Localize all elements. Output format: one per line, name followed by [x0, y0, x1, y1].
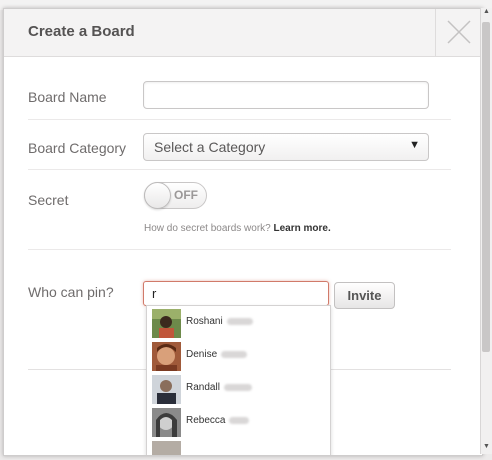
board-name-input[interactable] — [143, 81, 429, 109]
secret-toggle[interactable]: OFF — [144, 182, 207, 209]
board-name-label: Board Name — [28, 89, 107, 105]
toggle-knob — [144, 182, 171, 209]
board-category-label: Board Category — [28, 140, 127, 156]
close-icon — [447, 20, 471, 44]
who-can-pin-label: Who can pin? — [28, 284, 114, 300]
divider — [28, 249, 451, 250]
invite-button[interactable]: Invite — [334, 282, 395, 309]
scroll-thumb[interactable] — [482, 22, 490, 352]
avatar-icon — [152, 375, 181, 404]
secret-help-text: How do secret boards work? Learn more. — [144, 223, 331, 234]
suggestion-item[interactable]: Randall — [147, 373, 330, 405]
learn-more-link[interactable]: Learn more. — [274, 223, 331, 234]
avatar-icon — [152, 408, 181, 437]
suggestion-name: Randall — [186, 382, 252, 393]
suggestion-name: Roshani — [186, 316, 253, 327]
dropdown-arrow-icon: ▼ — [409, 139, 420, 151]
board-category-select[interactable]: Select a Category ▼ — [143, 133, 429, 161]
who-can-pin-input[interactable]: r — [143, 281, 329, 306]
suggestion-name: Denise — [186, 349, 248, 360]
toggle-state-text: OFF — [174, 188, 198, 202]
suggestion-item-partial[interactable] — [147, 439, 330, 455]
divider — [28, 169, 451, 170]
close-button[interactable] — [435, 9, 482, 56]
suggestion-name: Rebecca — [186, 415, 250, 426]
avatar-icon — [152, 309, 181, 338]
help-question: How do secret boards work? — [144, 223, 274, 234]
dialog-title: Create a Board — [28, 23, 135, 40]
suggestion-item[interactable]: Roshani — [147, 307, 330, 339]
scroll-down-arrow-icon[interactable]: ▼ — [481, 443, 492, 454]
collaborator-suggestions: Roshani Denise Randall Rebecca — [146, 305, 331, 455]
scroll-up-arrow-icon[interactable]: ▲ — [481, 8, 492, 19]
dialog-header: Create a Board — [4, 9, 482, 57]
suggestion-item[interactable]: Rebecca — [147, 406, 330, 438]
create-board-dialog: Create a Board Board Name Board Category… — [3, 8, 483, 456]
secret-label: Secret — [28, 192, 69, 208]
divider — [28, 119, 451, 120]
board-category-value: Select a Category — [154, 139, 266, 155]
avatar-icon — [152, 441, 181, 455]
suggestion-item[interactable]: Denise — [147, 340, 330, 372]
window-scrollbar[interactable]: ▲ ▼ — [480, 8, 492, 454]
avatar-icon — [152, 342, 181, 371]
who-can-pin-value: r — [152, 286, 157, 301]
